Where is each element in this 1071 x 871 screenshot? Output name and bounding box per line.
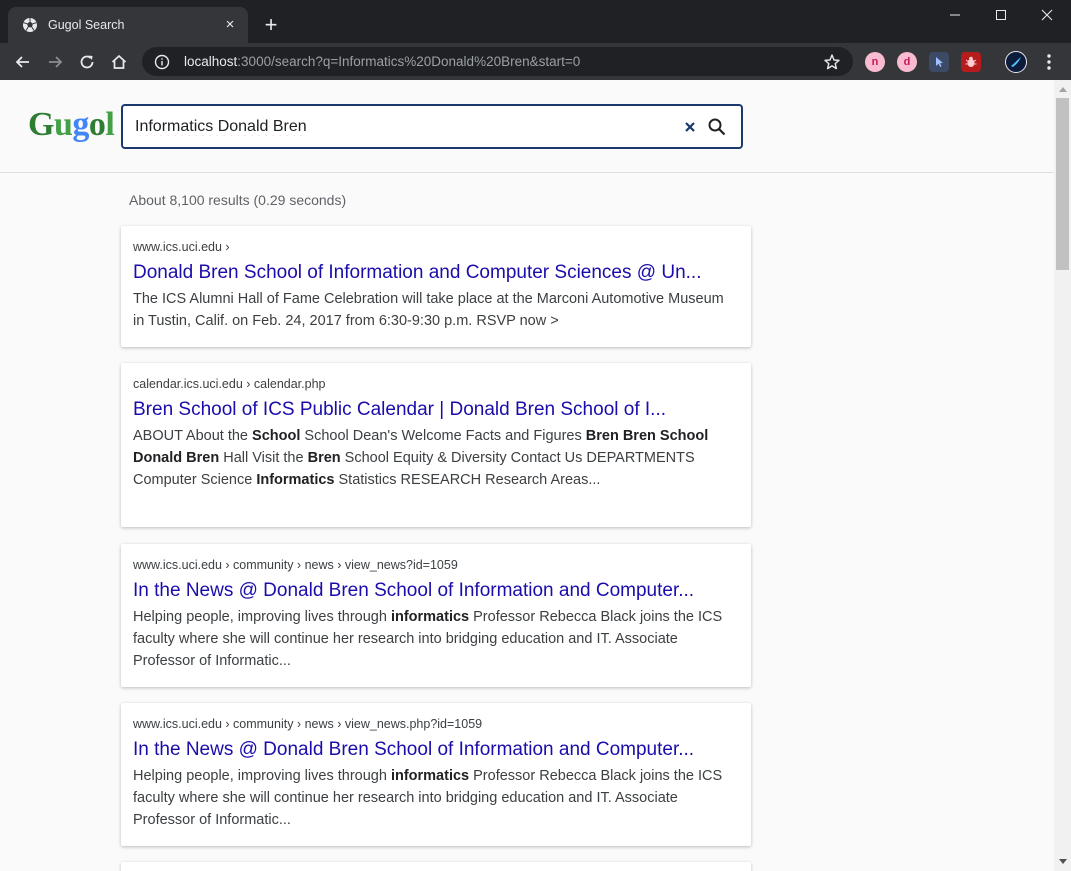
extension-bug-icon[interactable] bbox=[961, 52, 981, 72]
info-icon[interactable] bbox=[154, 54, 170, 70]
results-stats: About 8,100 results (0.29 seconds) bbox=[129, 192, 347, 208]
result-url: www.ics.uci.edu › community › news › vie… bbox=[133, 558, 458, 572]
minimize-icon bbox=[950, 14, 960, 16]
extension-d-icon[interactable]: d bbox=[897, 52, 917, 72]
result-url: www.ics.uci.edu › bbox=[133, 240, 230, 254]
extension-cursor-icon[interactable] bbox=[929, 52, 949, 72]
snippet-text: Hall Visit the bbox=[219, 450, 308, 466]
page-scrollbar[interactable] bbox=[1054, 80, 1071, 871]
profile-avatar[interactable] bbox=[1005, 51, 1027, 73]
search-result: www.ics.uci.edu › Donald Bren School of … bbox=[121, 226, 751, 347]
logo-letter: G bbox=[28, 106, 54, 143]
browser-tab[interactable]: Gugol Search × bbox=[8, 7, 248, 43]
scroll-down-button[interactable] bbox=[1054, 855, 1071, 869]
tab-close-icon[interactable]: × bbox=[222, 17, 238, 33]
search-result: www.ics.uci.edu › community › news › vie… bbox=[121, 703, 751, 846]
result-snippet: The ICS Alumni Hall of Fame Celebration … bbox=[133, 288, 739, 332]
page-content: Gugol About 8,100 results (0.29 seconds)… bbox=[0, 80, 1054, 871]
forward-button[interactable] bbox=[42, 49, 68, 75]
snippet-highlight: informatics bbox=[390, 609, 470, 625]
result-snippet: ABOUT About the School School Dean's Wel… bbox=[133, 425, 739, 491]
clear-icon bbox=[685, 122, 695, 132]
new-tab-button[interactable]: + bbox=[259, 14, 283, 38]
avatar-swoosh-icon bbox=[1011, 57, 1021, 67]
snippet-text: School Dean's Welcome Facts and Figures bbox=[300, 428, 586, 444]
address-bar[interactable]: localhost:3000/search?q=Informatics%20Do… bbox=[142, 47, 853, 76]
minimize-button[interactable] bbox=[932, 0, 978, 30]
snippet-highlight: informatics bbox=[390, 768, 470, 784]
scroll-up-button[interactable] bbox=[1054, 82, 1071, 96]
result-snippet: Helping people, improving lives through … bbox=[133, 606, 739, 672]
result-title-link[interactable]: In the News @ Donald Bren School of Info… bbox=[133, 738, 739, 762]
result-title-link[interactable]: In the News @ Donald Bren School of Info… bbox=[133, 579, 739, 603]
home-button[interactable] bbox=[106, 49, 132, 75]
bookmark-star-icon[interactable] bbox=[823, 53, 841, 71]
search-box bbox=[121, 104, 743, 149]
snippet-highlight: School bbox=[252, 428, 301, 444]
tab-strip: Gugol Search × + bbox=[0, 0, 1071, 43]
maximize-icon bbox=[996, 10, 1006, 20]
home-icon bbox=[111, 54, 127, 69]
search-input[interactable] bbox=[135, 115, 675, 139]
logo-letter: u bbox=[53, 106, 73, 143]
gugol-logo[interactable]: Gugol bbox=[28, 106, 115, 144]
soccer-ball-icon bbox=[23, 18, 37, 32]
snippet-text: Helping people, improving lives through bbox=[133, 609, 391, 625]
arrow-right-icon bbox=[49, 56, 63, 68]
triangle-up-icon bbox=[1058, 87, 1067, 92]
more-menu-icon[interactable] bbox=[1040, 52, 1058, 72]
scrollbar-thumb[interactable] bbox=[1056, 98, 1069, 270]
search-button[interactable] bbox=[706, 116, 728, 138]
url-path: :3000/search?q=Informatics%20Donald%20Br… bbox=[237, 54, 581, 69]
result-url: www.ics.uci.edu › community › news › vie… bbox=[133, 717, 483, 731]
close-icon bbox=[1041, 9, 1053, 21]
snippet-text: The ICS Alumni Hall of Fame Celebration … bbox=[133, 291, 724, 329]
result-title-link[interactable]: Donald Bren School of Information and Co… bbox=[133, 261, 739, 285]
back-button[interactable] bbox=[10, 49, 36, 75]
search-result: calendar.ics.uci.edu › calendar.php Bren… bbox=[121, 363, 751, 527]
search-result bbox=[121, 862, 751, 871]
clear-search-button[interactable] bbox=[680, 117, 700, 137]
arrow-left-icon bbox=[15, 56, 29, 68]
search-icon bbox=[708, 118, 726, 136]
url-text: localhost:3000/search?q=Informatics%20Do… bbox=[184, 54, 823, 69]
triangle-down-icon bbox=[1058, 859, 1067, 864]
result-url: calendar.ics.uci.edu › calendar.php bbox=[133, 377, 326, 391]
result-title-link[interactable]: Bren School of ICS Public Calendar | Don… bbox=[133, 398, 739, 422]
reload-icon bbox=[80, 55, 94, 69]
snippet-text: Statistics RESEARCH Research Areas... bbox=[334, 472, 601, 488]
maximize-button[interactable] bbox=[978, 0, 1024, 30]
url-host: localhost bbox=[184, 54, 238, 69]
snippet-highlight: Informatics bbox=[256, 472, 335, 488]
extension-n-icon[interactable]: n bbox=[865, 52, 885, 72]
logo-letter: g bbox=[72, 106, 89, 143]
reload-button[interactable] bbox=[74, 49, 100, 75]
snippet-text: ABOUT About the bbox=[133, 428, 253, 444]
logo-letter: o bbox=[88, 106, 106, 143]
tab-title: Gugol Search bbox=[48, 18, 125, 32]
bug-icon bbox=[965, 56, 977, 67]
snippet-highlight: Bren bbox=[307, 450, 341, 466]
search-result: www.ics.uci.edu › community › news › vie… bbox=[121, 544, 751, 687]
browser-toolbar: localhost:3000/search?q=Informatics%20Do… bbox=[0, 43, 1071, 80]
result-snippet: Helping people, improving lives through … bbox=[133, 765, 739, 831]
search-header: Gugol bbox=[0, 80, 1054, 173]
snippet-text: Helping people, improving lives through bbox=[133, 768, 391, 784]
logo-letter: l bbox=[105, 106, 115, 143]
window-close-button[interactable] bbox=[1024, 0, 1070, 30]
cursor-icon bbox=[936, 57, 943, 67]
